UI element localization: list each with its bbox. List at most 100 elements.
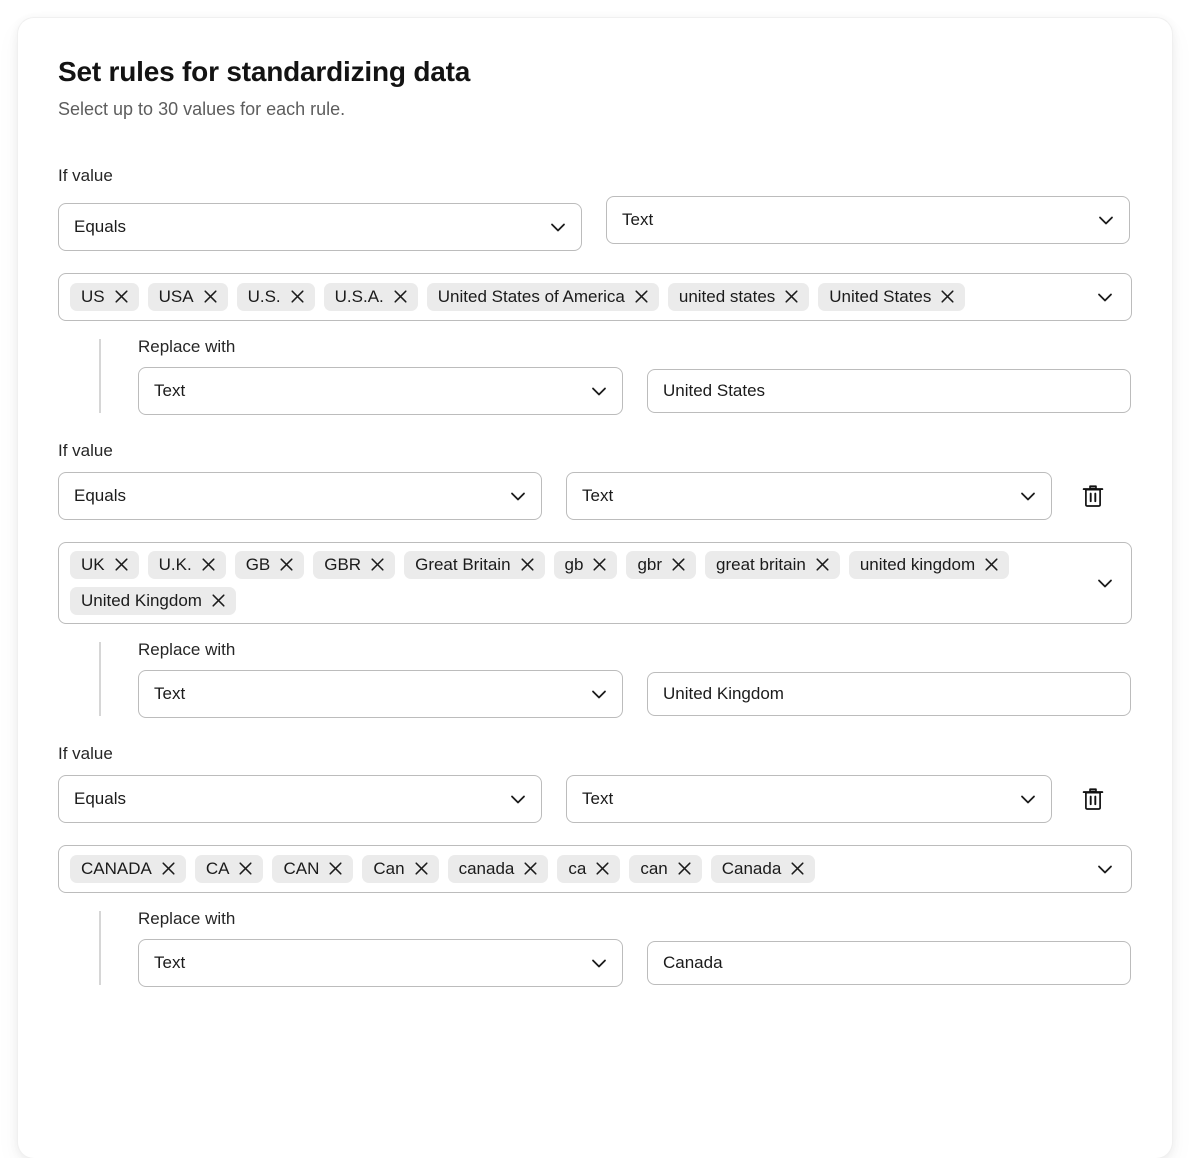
close-icon[interactable] [790,861,805,876]
value-tag-label: gbr [637,556,662,573]
close-icon[interactable] [393,289,408,304]
value-tag-2-9[interactable]: united kingdom [849,551,1009,579]
close-icon[interactable] [523,861,538,876]
replace-value-input[interactable] [647,369,1131,413]
close-icon[interactable] [290,289,305,304]
replace-with-section: Replace with Text [58,337,1132,415]
close-icon[interactable] [671,557,686,572]
replace-type-select[interactable]: Text [138,670,623,718]
value-tag-1-5[interactable]: United States of America [427,283,659,311]
value-type-select[interactable]: Text [566,472,1052,520]
values-multiselect[interactable]: CANADA CA CAN Can canada [58,845,1132,893]
value-tag-label: canada [459,860,515,877]
close-icon[interactable] [114,557,129,572]
close-icon[interactable] [211,593,226,608]
delete-rule-button[interactable] [1076,479,1110,513]
if-value-label: If value [58,441,1132,461]
value-tag-3-4[interactable]: Can [362,855,438,883]
value-tag-1-6[interactable]: united states [668,283,809,311]
delete-rule-button[interactable] [1076,782,1110,816]
close-icon[interactable] [201,557,216,572]
chevron-down-icon [1094,858,1116,880]
replace-value-input[interactable] [647,941,1131,985]
value-tag-label: United States [829,288,931,305]
replace-with-section: Replace with Text [58,640,1132,718]
close-icon[interactable] [161,861,176,876]
replace-with-label: Replace with [138,640,1132,660]
close-icon[interactable] [940,289,955,304]
close-icon[interactable] [634,289,649,304]
close-icon[interactable] [114,289,129,304]
value-tag-2-7[interactable]: gbr [626,551,696,579]
rule-block-2: If value Equals Text [58,441,1132,744]
value-tag-label: united kingdom [860,556,975,573]
close-icon[interactable] [984,557,999,572]
replace-value-input[interactable] [647,672,1131,716]
value-tag-3-2[interactable]: CA [195,855,264,883]
value-type-select[interactable]: Text [606,196,1130,244]
replace-type-select[interactable]: Text [138,939,623,987]
replace-type-select[interactable]: Text [138,367,623,415]
value-tag-1-7[interactable]: United States [818,283,965,311]
rule-spacer [58,987,1132,1013]
value-tag-2-1[interactable]: UK [70,551,139,579]
value-tag-1-1[interactable]: US [70,283,139,311]
value-tag-label: CA [206,860,230,877]
close-icon[interactable] [370,557,385,572]
operator-select[interactable]: Equals [58,472,542,520]
close-icon[interactable] [414,861,429,876]
value-tag-2-3[interactable]: GB [235,551,305,579]
close-icon[interactable] [203,289,218,304]
value-tag-1-4[interactable]: U.S.A. [324,283,418,311]
value-tag-2-8[interactable]: great britain [705,551,840,579]
value-tag-2-6[interactable]: gb [554,551,618,579]
value-tag-3-1[interactable]: CANADA [70,855,186,883]
value-tag-2-4[interactable]: GBR [313,551,395,579]
values-tag-list: CANADA CA CAN Can canada [70,855,1084,883]
value-tag-1-3[interactable]: U.S. [237,283,315,311]
if-value-label: If value [58,744,1132,764]
operator-select-value: Equals [74,217,547,237]
value-tag-1-2[interactable]: USA [148,283,228,311]
value-tag-label: GBR [324,556,361,573]
value-tag-3-6[interactable]: ca [557,855,620,883]
value-tag-3-3[interactable]: CAN [272,855,353,883]
value-tag-label: gb [565,556,584,573]
chevron-down-icon [547,216,569,238]
close-icon[interactable] [592,557,607,572]
close-icon[interactable] [784,289,799,304]
replace-with-row: Text [138,939,1132,987]
close-icon[interactable] [595,861,610,876]
replace-type-select-value: Text [154,953,588,973]
value-tag-label: CANADA [81,860,152,877]
value-tag-3-8[interactable]: Canada [711,855,816,883]
value-tag-2-2[interactable]: U.K. [148,551,226,579]
operator-select[interactable]: Equals [58,203,582,251]
value-type-select[interactable]: Text [566,775,1052,823]
value-tag-3-5[interactable]: canada [448,855,549,883]
close-icon[interactable] [279,557,294,572]
close-icon[interactable] [238,861,253,876]
chevron-down-icon [588,683,610,705]
rule-block-3: If value Equals Text [58,744,1132,1013]
chevron-down-icon [1017,788,1039,810]
chevron-down-icon [588,952,610,974]
value-tag-label: USA [159,288,194,305]
value-tag-3-7[interactable]: can [629,855,701,883]
replace-type-select-value: Text [154,684,588,704]
value-tag-2-10[interactable]: United Kingdom [70,587,236,615]
value-tag-label: U.S. [248,288,281,305]
close-icon[interactable] [328,861,343,876]
close-icon[interactable] [520,557,535,572]
close-icon[interactable] [677,861,692,876]
replace-with-row: Text [138,670,1132,718]
operator-select[interactable]: Equals [58,775,542,823]
chevron-down-icon [507,485,529,507]
values-multiselect[interactable]: US USA U.S. U.S.A. Unite [58,273,1132,321]
close-icon[interactable] [815,557,830,572]
rule-condition-row: Equals Text [58,196,1132,251]
value-type-select-value: Text [622,210,1095,230]
values-multiselect[interactable]: UK U.K. GB GBR Great Bri [58,542,1132,624]
value-tag-2-5[interactable]: Great Britain [404,551,544,579]
page-title: Set rules for standardizing data [58,56,1132,88]
